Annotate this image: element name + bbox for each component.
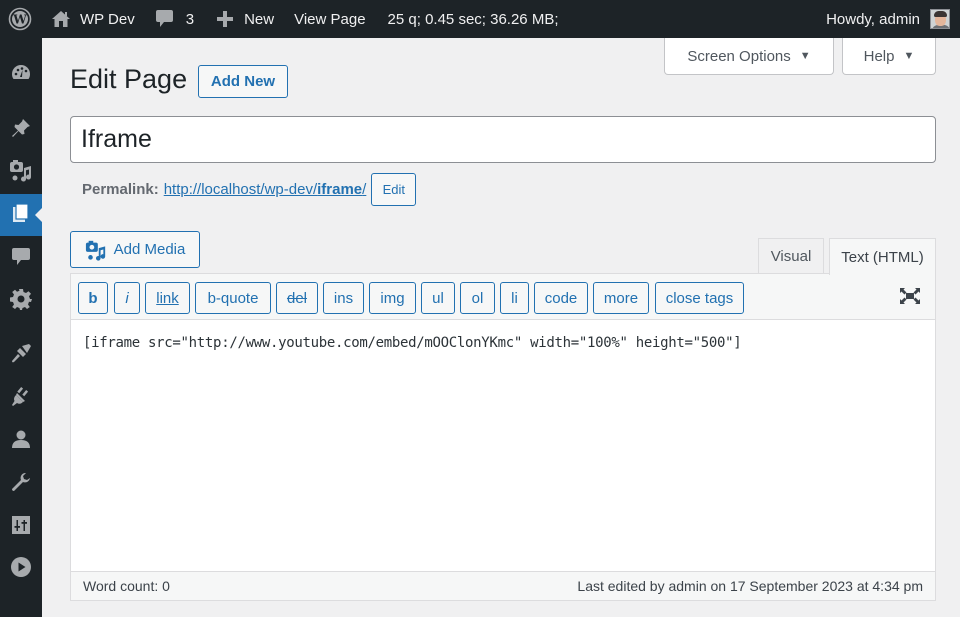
qt-bold-button[interactable]: b: [78, 282, 108, 314]
sidebar-item-comments[interactable]: [0, 237, 42, 279]
sidebar-item-posts[interactable]: [0, 109, 42, 151]
permalink: Permalink: http://localhost/wp-dev/ifram…: [82, 173, 417, 206]
wordpress-logo-menu[interactable]: W: [0, 0, 40, 38]
add-media-button[interactable]: Add Media: [70, 231, 200, 268]
sidebar-item-plugins[interactable]: [0, 377, 42, 419]
admin-sidebar: [0, 38, 42, 617]
content-textarea[interactable]: [iframe src="http://www.youtube.com/embe…: [71, 321, 935, 571]
qt-link-button[interactable]: link: [145, 282, 190, 314]
view-page-label: View Page: [294, 10, 366, 28]
permalink-link[interactable]: http://localhost/wp-dev/iframe/: [164, 181, 367, 198]
sidebar-item-pages[interactable]: [0, 194, 42, 236]
play-icon: [10, 556, 32, 583]
pin-icon: [10, 117, 32, 144]
word-count: Word count: 0: [83, 578, 170, 594]
add-new-button[interactable]: Add New: [198, 65, 288, 98]
help-button[interactable]: Help ▼: [842, 38, 936, 75]
view-page-link[interactable]: View Page: [284, 0, 376, 38]
page-title: Edit Page: [70, 64, 188, 94]
comment-icon: [155, 9, 174, 29]
add-media-label: Add Media: [113, 241, 186, 258]
tab-text-html[interactable]: Text (HTML): [829, 238, 936, 275]
plug-icon: [10, 385, 32, 412]
permalink-slug: iframe: [317, 181, 363, 198]
tab-visual[interactable]: Visual: [758, 238, 824, 274]
greeting: Howdy, admin: [826, 10, 920, 28]
comment-icon: [11, 246, 31, 271]
gear-icon: [10, 288, 32, 315]
media-icon: [9, 158, 33, 187]
comments-link[interactable]: 3: [143, 0, 204, 38]
qt-italic-button[interactable]: i: [114, 282, 140, 314]
sliders-icon: [11, 515, 31, 540]
new-label: New: [244, 10, 275, 28]
qt-del-button[interactable]: del: [276, 282, 318, 314]
sidebar-item-settings[interactable]: [0, 280, 42, 322]
wordpress-logo-icon: W: [8, 7, 32, 31]
comments-count: 3: [185, 10, 195, 28]
qt-ins-button[interactable]: ins: [323, 282, 364, 314]
qt-code-button[interactable]: code: [534, 282, 588, 314]
avatar: [930, 9, 950, 29]
qt-blockquote-button[interactable]: b-quote: [195, 282, 271, 314]
post-title-input[interactable]: [70, 116, 936, 163]
editor-container: b i link b-quote del ins img ul ol li co…: [70, 273, 936, 601]
edit-permalink-button[interactable]: Edit: [371, 173, 417, 206]
fullscreen-icon: [899, 287, 921, 310]
caret-down-icon: ▼: [903, 50, 915, 62]
user-icon: [10, 428, 32, 455]
new-content-menu[interactable]: New: [204, 0, 284, 38]
sidebar-item-media-player[interactable]: [0, 548, 42, 590]
sidebar-item-appearance[interactable]: [0, 334, 42, 376]
qt-li-button[interactable]: li: [500, 282, 529, 314]
distraction-free-button[interactable]: [897, 286, 923, 310]
qt-img-button[interactable]: img: [369, 282, 416, 314]
svg-text:W: W: [12, 13, 27, 27]
post-status-info: Word count: 0 Last edited by admin on 17…: [71, 571, 935, 600]
paintbrush-icon: [10, 342, 32, 369]
quicktags-toolbar: b i link b-quote del ins img ul ol li co…: [71, 274, 935, 320]
screen-options-label: Screen Options: [687, 47, 791, 65]
my-account-menu[interactable]: Howdy, admin: [816, 0, 960, 38]
last-edited: Last edited by admin on 17 September 202…: [577, 578, 923, 594]
qt-ol-button[interactable]: ol: [460, 282, 495, 314]
qt-close-tags-button[interactable]: close tags: [655, 282, 744, 314]
sidebar-item-media[interactable]: [0, 151, 42, 193]
query-monitor-stats[interactable]: 25 q; 0.45 sec; 36.26 MB;: [377, 0, 569, 38]
media-icon: [85, 239, 107, 261]
query-monitor-text: 25 q; 0.45 sec; 36.26 MB;: [387, 10, 559, 28]
dashboard-icon: [10, 62, 32, 87]
home-icon: [51, 10, 71, 28]
sidebar-item-dashboard[interactable]: [0, 53, 42, 95]
sidebar-item-options[interactable]: [0, 506, 42, 548]
pages-icon: [11, 202, 31, 229]
wrench-icon: [10, 471, 32, 498]
sidebar-item-tools[interactable]: [0, 463, 42, 505]
qt-more-button[interactable]: more: [593, 282, 649, 314]
screen-options-button[interactable]: Screen Options ▼: [664, 38, 834, 75]
site-name: WP Dev: [80, 10, 135, 28]
caret-down-icon: ▼: [799, 50, 811, 62]
site-name-link[interactable]: WP Dev: [40, 0, 143, 38]
permalink-label: Permalink:: [82, 181, 159, 198]
plus-icon: [216, 10, 234, 28]
help-label: Help: [863, 47, 895, 65]
sidebar-item-users[interactable]: [0, 420, 42, 462]
admin-bar: W WP Dev 3 New View Page 25 q; 0.45 sec;…: [0, 0, 960, 38]
qt-ul-button[interactable]: ul: [421, 282, 455, 314]
